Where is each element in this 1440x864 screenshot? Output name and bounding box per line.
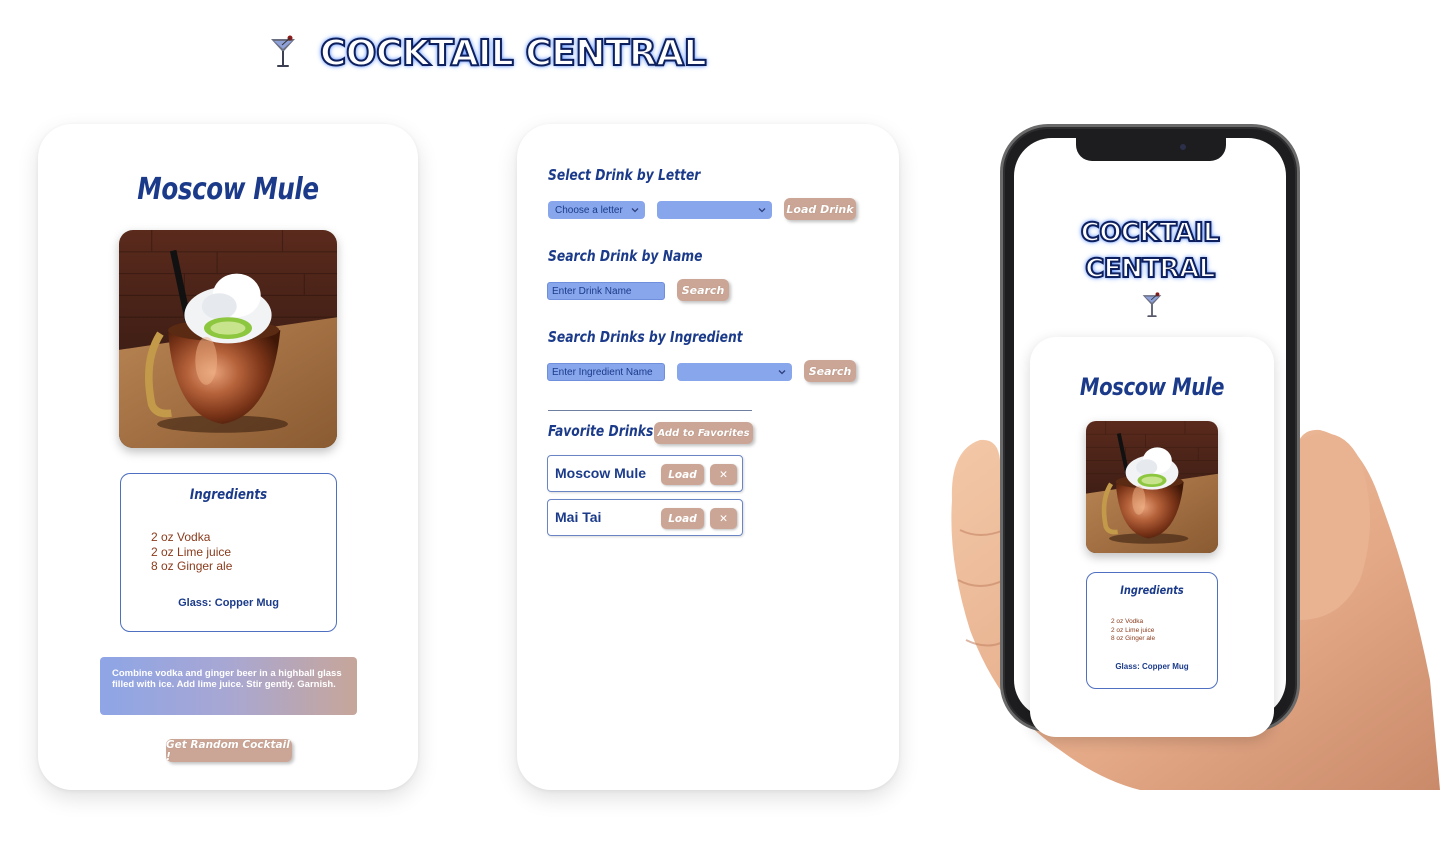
remove-favorite-button[interactable]: ✕: [710, 508, 737, 529]
ingredient-item: 2 oz Lime juice: [151, 544, 232, 559]
phone-drink-name: Moscow Mule: [1079, 373, 1225, 401]
load-favorite-button[interactable]: Load: [661, 508, 704, 529]
load-drink-button[interactable]: Load Drink: [784, 198, 856, 220]
phone-title-line1: COCKTAIL: [1080, 217, 1221, 249]
phone-glass-type: Glass: Copper Mug: [1115, 662, 1189, 671]
section-divider: [548, 410, 752, 411]
drink-select[interactable]: [657, 201, 772, 219]
name-section-title: Search Drink by Name: [548, 247, 703, 265]
search-card: Select Drink by Letter Choose a letter L…: [517, 124, 899, 790]
search-ingredient-button[interactable]: Search: [804, 360, 856, 382]
favorites-title: Favorite Drinks: [548, 422, 654, 440]
app-title: COCKTAIL CENTRAL: [319, 32, 708, 75]
martini-glass-icon: [1140, 292, 1164, 320]
phone-ingredients-panel: Ingredients 2 oz Vodka 2 oz Lime juice 8…: [1086, 572, 1218, 689]
favorite-item: Mai Tai Load ✕: [547, 499, 743, 536]
ingredient-placeholder: Enter Ingredient Name: [552, 366, 653, 378]
drink-name-placeholder: Enter Drink Name: [552, 285, 632, 297]
camera-icon: [1180, 144, 1186, 150]
letter-section-title: Select Drink by Letter: [548, 166, 701, 184]
chevron-down-icon: [777, 367, 787, 377]
phone-ingredients-list: 2 oz Vodka 2 oz Lime juice 8 oz Ginger a…: [1111, 618, 1155, 644]
ingredients-panel: Ingredients 2 oz Vodka 2 oz Lime juice 8…: [120, 473, 337, 632]
phone-title-line2: CENTRAL: [1084, 253, 1216, 285]
glass-type: Glass: Copper Mug: [178, 597, 279, 609]
remove-favorite-button[interactable]: ✕: [710, 464, 737, 485]
instructions-box: Combine vodka and ginger beer in a highb…: [100, 657, 357, 715]
drink-name: Moscow Mule: [137, 172, 319, 207]
ingredient-item: 2 oz Vodka: [1111, 618, 1144, 625]
ingredient-item: 2 oz Lime juice: [1111, 626, 1155, 634]
ingredient-section-title: Search Drinks by Ingredient: [548, 328, 743, 346]
martini-glass-icon: [268, 35, 298, 71]
phone-drink-photo: [1086, 421, 1218, 553]
favorite-name: Mai Tai: [555, 509, 602, 525]
chevron-down-icon: [630, 205, 640, 215]
search-name-button[interactable]: Search: [677, 279, 729, 301]
random-cocktail-button[interactable]: Get Random Cocktail !: [166, 739, 292, 763]
ingredient-drink-select[interactable]: [677, 363, 792, 381]
drink-card: Moscow Mule Ingredients 2 oz Vodka 2 oz …: [38, 124, 418, 790]
app-header: COCKTAIL CENTRAL: [268, 30, 708, 76]
ingredients-list: 2 oz Vodka 2 oz Lime juice 8 oz Ginger a…: [151, 530, 232, 574]
letter-select[interactable]: Choose a letter: [548, 201, 645, 219]
load-favorite-button[interactable]: Load: [661, 464, 704, 485]
add-favorites-button[interactable]: Add to Favorites: [654, 422, 753, 444]
phone-drink-card: Moscow Mule Ingredients 2 oz Vodka 2 oz …: [1030, 337, 1274, 737]
drink-name-input[interactable]: Enter Drink Name: [547, 282, 665, 300]
ingredients-heading: Ingredients: [189, 487, 268, 503]
ingredient-item: 8 oz Ginger ale: [1111, 635, 1156, 642]
favorite-item: Moscow Mule Load ✕: [547, 455, 743, 492]
favorite-name: Moscow Mule: [555, 465, 647, 481]
chevron-down-icon: [757, 205, 767, 215]
ingredient-item: 2 oz Vodka: [151, 530, 211, 544]
letter-select-value: Choose a letter: [555, 204, 623, 216]
ingredient-input[interactable]: Enter Ingredient Name: [547, 363, 665, 381]
drink-photo: [119, 230, 337, 448]
phone-ingredients-heading: Ingredients: [1120, 583, 1184, 597]
phone-notch: [1076, 136, 1226, 161]
ingredient-item: 8 oz Ginger ale: [151, 559, 233, 573]
